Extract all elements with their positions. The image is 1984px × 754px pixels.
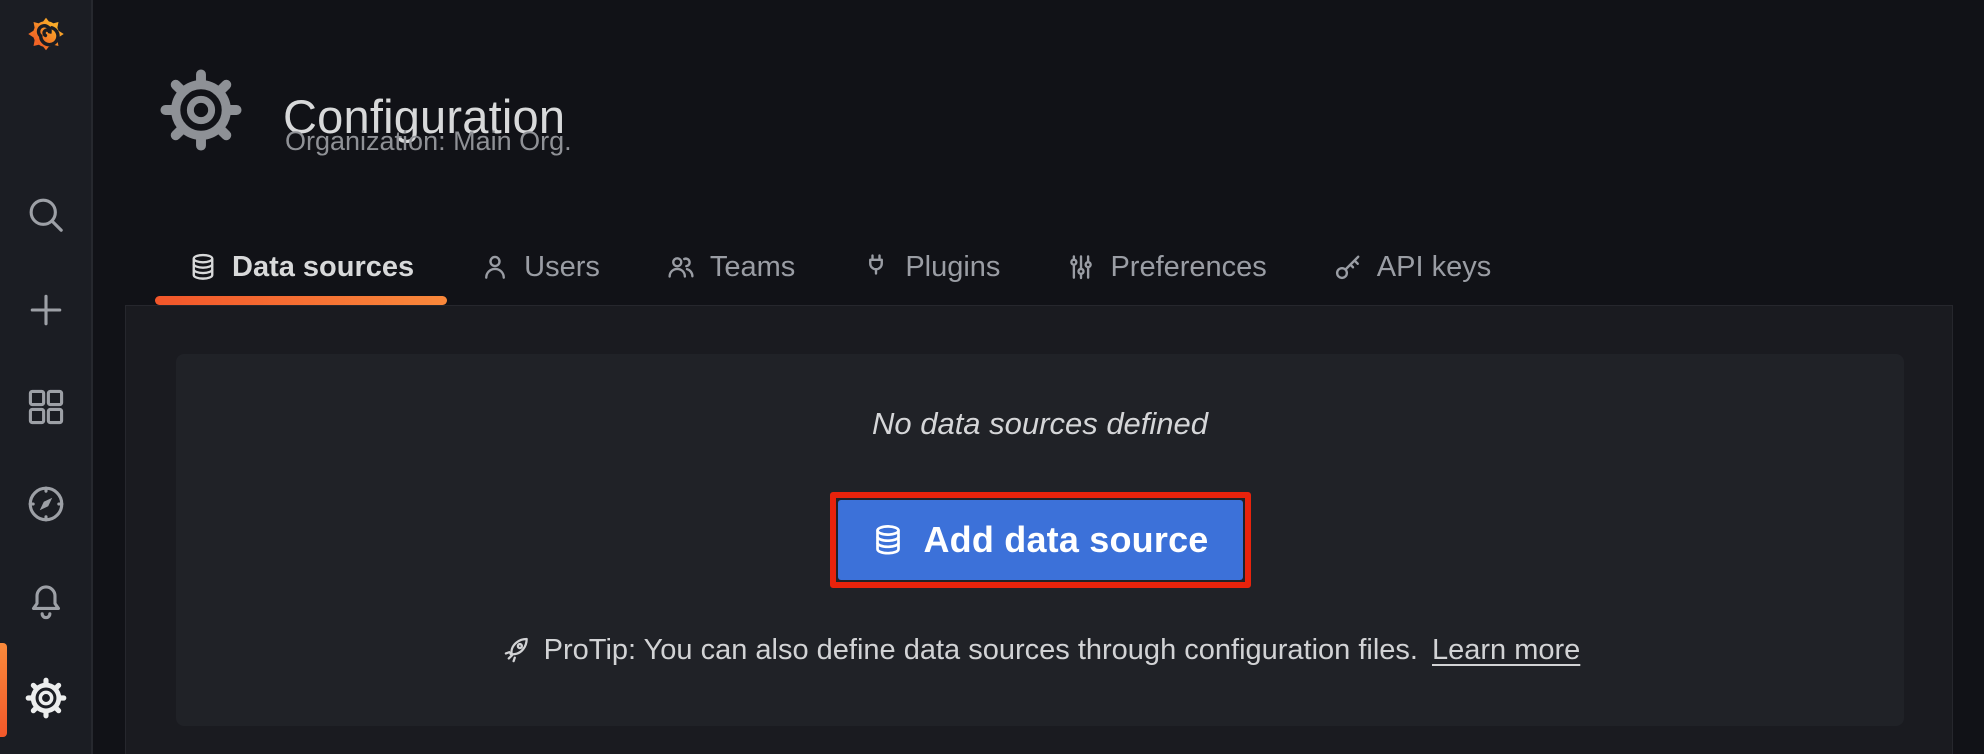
- sidebar-item-alerting[interactable]: [0, 574, 91, 626]
- add-data-source-button[interactable]: Add data source: [838, 500, 1243, 580]
- empty-datasources-panel: No data sources defined Add data source: [176, 354, 1904, 726]
- tab-label: Users: [524, 251, 600, 284]
- database-icon: [188, 252, 218, 282]
- tab-teams[interactable]: Teams: [633, 238, 828, 296]
- protip-text: ProTip: You can also define data sources…: [544, 634, 1418, 667]
- users-icon: [666, 252, 696, 282]
- user-icon: [480, 252, 510, 282]
- tab-label: Plugins: [905, 251, 1000, 284]
- protip-row: ProTip: You can also define data sources…: [500, 634, 1581, 667]
- page-header: Configuration Organization: Main Org.: [93, 0, 1984, 230]
- tab-users[interactable]: Users: [447, 238, 633, 296]
- sliders-icon: [1066, 252, 1096, 282]
- sidebar-item-create[interactable]: [0, 284, 91, 336]
- rocket-icon: [500, 635, 532, 667]
- tab-label: Data sources: [232, 251, 414, 284]
- sidebar-item-dashboards[interactable]: [0, 381, 91, 433]
- sidebar-item-search[interactable]: [0, 189, 91, 241]
- alerting-bell-icon: [24, 578, 68, 622]
- tab-preferences[interactable]: Preferences: [1033, 238, 1299, 296]
- dashboards-grid-icon: [24, 385, 68, 429]
- plus-icon: [24, 288, 68, 332]
- sidebar: [0, 0, 93, 754]
- tab-data-sources[interactable]: Data sources: [155, 238, 447, 296]
- tab-plugins[interactable]: Plugins: [828, 238, 1033, 296]
- config-tabs: Data sources Users Teams: [155, 238, 1524, 296]
- explore-compass-icon: [24, 482, 68, 526]
- tab-content: No data sources defined Add data source: [125, 305, 1953, 754]
- learn-more-link[interactable]: Learn more: [1432, 634, 1580, 667]
- grafana-logo[interactable]: [0, 8, 91, 60]
- key-icon: [1333, 252, 1363, 282]
- empty-state-message: No data sources defined: [872, 406, 1208, 442]
- sidebar-item-explore[interactable]: [0, 478, 91, 530]
- database-icon: [871, 523, 905, 557]
- sidebar-item-configuration[interactable]: [0, 672, 91, 724]
- search-icon: [24, 193, 68, 237]
- tutorial-highlight-box: Add data source: [830, 492, 1251, 588]
- settings-gear-icon: [24, 676, 68, 720]
- add-data-source-label: Add data source: [923, 519, 1208, 561]
- tab-label: API keys: [1377, 251, 1491, 284]
- page-subtitle: Organization: Main Org.: [285, 126, 572, 157]
- plug-icon: [861, 252, 891, 282]
- active-section-indicator: [0, 643, 7, 737]
- tab-label: Preferences: [1110, 251, 1266, 284]
- tab-api-keys[interactable]: API keys: [1300, 238, 1524, 296]
- tab-label: Teams: [710, 251, 795, 284]
- configuration-gear-icon: [157, 66, 245, 154]
